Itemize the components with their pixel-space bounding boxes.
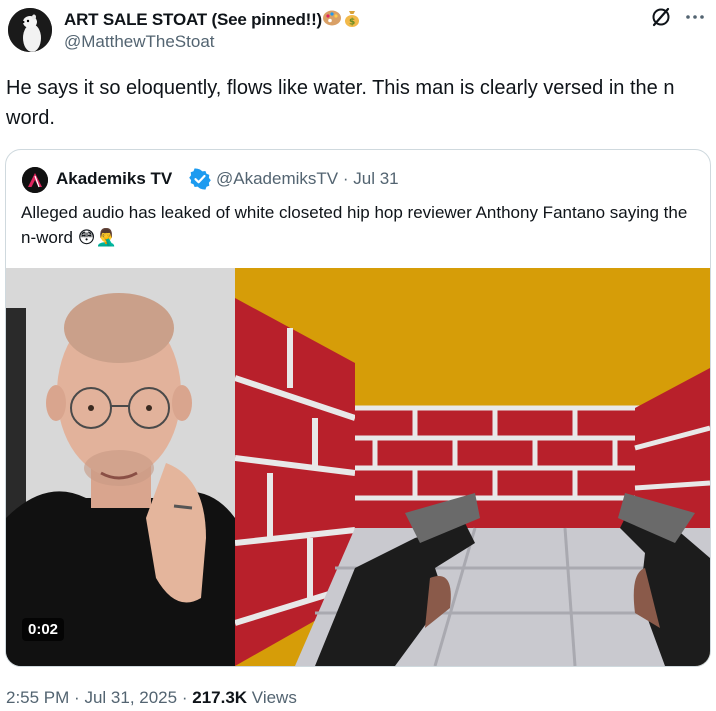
views-count[interactable]: 217.3K (192, 688, 247, 707)
separator: · (74, 688, 80, 707)
tweet-date[interactable]: Jul 31, 2025 (84, 688, 177, 707)
quoted-tweet-text: Alleged audio has leaked of white closet… (21, 200, 701, 250)
flushed-emoji-icon: 😳 (77, 228, 96, 247)
quoted-tweet-card[interactable]: Akademiks TV @AkademiksTV · Jul 31 Alleg… (5, 149, 711, 667)
author-avatar[interactable] (8, 8, 52, 52)
quoted-date[interactable]: Jul 31 (353, 169, 398, 188)
separator: · (181, 688, 188, 707)
verified-badge-icon (189, 168, 211, 195)
more-options-icon[interactable] (684, 6, 706, 33)
palette-emoji-icon (322, 8, 342, 33)
photo-person[interactable] (6, 268, 235, 666)
tweet-meta: 2:55 PM · Jul 31, 2025 · 217.3K Views (6, 688, 297, 708)
author-handle[interactable]: @MatthewTheStoat (64, 32, 215, 52)
facepalm-emoji-icon: 🤦‍♂️ (95, 228, 117, 247)
author-name-text: ART SALE STOAT (See pinned!!) (64, 10, 323, 29)
tweet-time[interactable]: 2:55 PM (6, 688, 69, 707)
akademiks-logo-icon (22, 167, 48, 193)
svg-text:$: $ (349, 18, 355, 28)
quoted-text-body: Alleged audio has leaked of white closet… (21, 203, 688, 247)
media-grid[interactable] (6, 268, 710, 666)
views-label: Views (251, 688, 297, 707)
separator: · (342, 169, 349, 188)
video-thumbnail-game[interactable] (235, 268, 710, 666)
quoted-handle[interactable]: @AkademiksTV (216, 169, 338, 188)
grok-icon[interactable] (650, 6, 672, 33)
stoat-avatar-icon (8, 8, 52, 52)
money-bag-emoji-icon: $ (342, 8, 362, 33)
video-duration-badge: 0:02 (22, 618, 65, 641)
quoted-author-avatar[interactable] (22, 167, 48, 193)
author-display-name[interactable]: ART SALE STOAT (See pinned!!) $ (64, 8, 362, 33)
tweet-text: He says it so eloquently, flows like wat… (6, 77, 675, 129)
quoted-display-name[interactable]: Akademiks TV (56, 169, 172, 189)
quoted-handle-line: @AkademiksTV · Jul 31 (216, 169, 399, 189)
